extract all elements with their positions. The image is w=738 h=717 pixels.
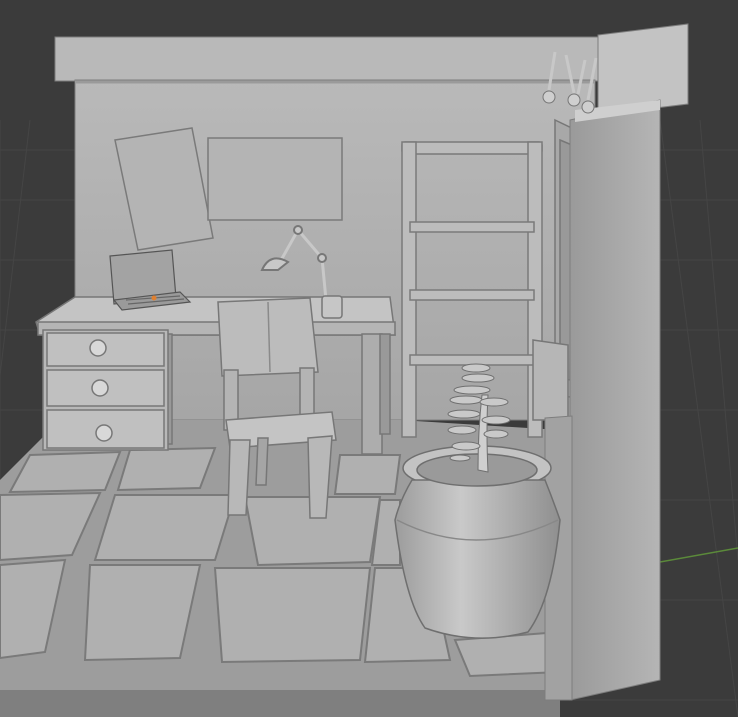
drawer-knob (95, 424, 113, 442)
floor-tile (93, 494, 237, 561)
drawer-knob (89, 339, 107, 357)
floor-tile (333, 454, 402, 495)
scene-svg (0, 23, 738, 717)
drawers (42, 329, 169, 451)
floor-tile (213, 567, 372, 664)
plant-pot (394, 445, 561, 639)
viewport[interactable] (0, 0, 738, 717)
floor-tile (453, 630, 561, 678)
floor-tile (116, 446, 217, 492)
drawer-knob (91, 379, 109, 397)
poster-right (207, 137, 343, 221)
pen-cup (321, 295, 343, 319)
floor-tile (83, 564, 202, 662)
